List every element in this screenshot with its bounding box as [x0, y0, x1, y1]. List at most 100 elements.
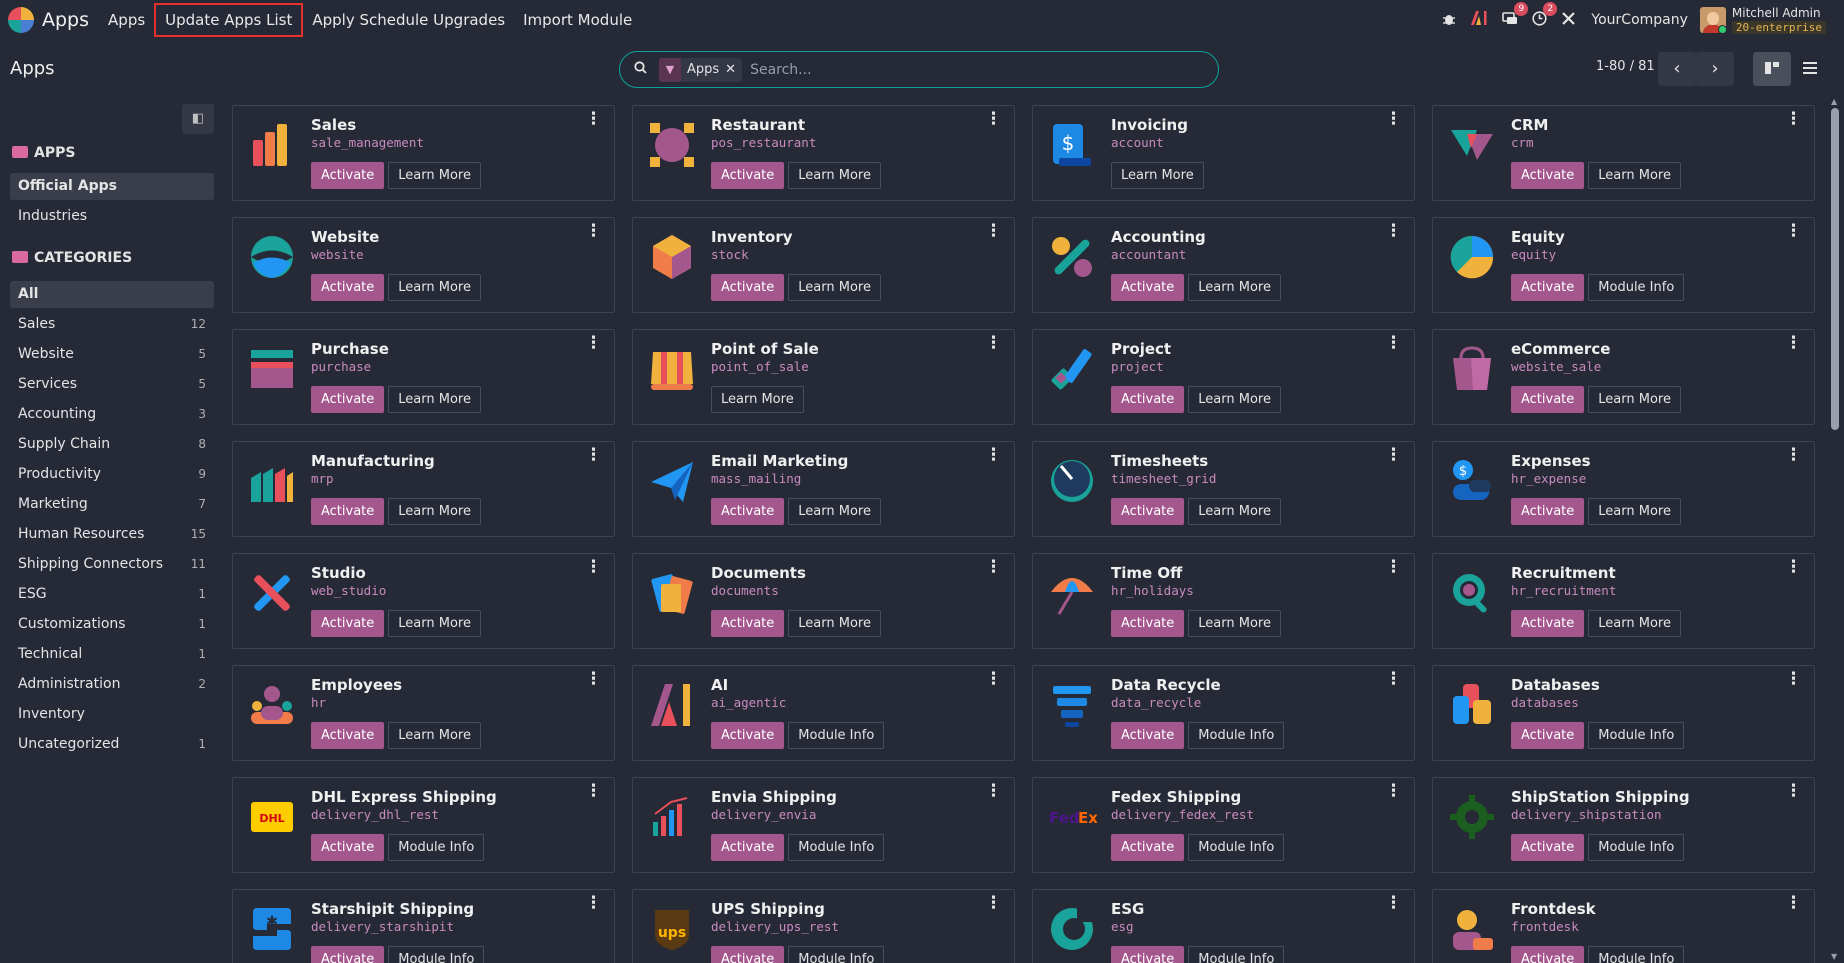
app-card[interactable]: Data Recycle data_recycle Activate Module I…: [1032, 665, 1415, 761]
app-card[interactable]: Restaurant pos_restaurant Activate Learn Mo…: [632, 105, 1015, 201]
user-menu[interactable]: Mitchell Admin 20-enterprise: [1731, 6, 1826, 34]
sidebar-category-item[interactable]: Customizations 1: [10, 611, 214, 638]
activate-button[interactable]: Activate: [711, 834, 785, 861]
kebab-menu-icon[interactable]: ⋮: [1785, 783, 1802, 800]
sidebar-category-item[interactable]: Administration 2: [10, 671, 214, 698]
ai-systray-icon[interactable]: [1470, 10, 1488, 30]
sidebar-category-item[interactable]: Human Resources 15: [10, 521, 214, 548]
menu-apply-schedule-upgrades[interactable]: Apply Schedule Upgrades: [303, 3, 514, 37]
app-card[interactable]: Databases databases Activate Module Info ⋮: [1432, 665, 1815, 761]
activate-button[interactable]: Activate: [1111, 610, 1185, 637]
sidebar-category-item[interactable]: Supply Chain 8: [10, 431, 214, 458]
activate-button[interactable]: Activate: [1511, 498, 1585, 525]
kebab-menu-icon[interactable]: ⋮: [1385, 671, 1402, 688]
sidebar-category-item[interactable]: Shipping Connectors 11: [10, 551, 214, 578]
app-card[interactable]: Fed Ex Fedex Shipping delivery_fedex_rest Ac…: [1032, 777, 1415, 873]
learn-more-button[interactable]: Learn More: [1188, 274, 1281, 301]
menu-apps[interactable]: Apps: [99, 3, 154, 37]
module-info-button[interactable]: Module Info: [1188, 946, 1285, 963]
learn-more-button[interactable]: Learn More: [1588, 498, 1681, 525]
activate-button[interactable]: Activate: [1511, 834, 1585, 861]
kebab-menu-icon[interactable]: ⋮: [1385, 559, 1402, 576]
kebab-menu-icon[interactable]: ⋮: [585, 783, 602, 800]
module-info-button[interactable]: Module Info: [788, 722, 885, 749]
learn-more-button[interactable]: Learn More: [1188, 386, 1281, 413]
app-card[interactable]: Frontdesk frontdesk Activate Module Info ⋮: [1432, 889, 1815, 963]
app-card[interactable]: ups UPS Shipping delivery_ups_rest Activate…: [632, 889, 1015, 963]
activate-button[interactable]: Activate: [1111, 498, 1185, 525]
kanban-view-button[interactable]: [1753, 52, 1791, 86]
sidebar-apps-item[interactable]: Official Apps: [10, 173, 214, 200]
app-card[interactable]: Website website Activate Learn More ⋮: [232, 217, 615, 313]
kebab-menu-icon[interactable]: ⋮: [1785, 223, 1802, 240]
learn-more-button[interactable]: Learn More: [1188, 610, 1281, 637]
search-input[interactable]: [750, 61, 1131, 78]
kebab-menu-icon[interactable]: ⋮: [585, 671, 602, 688]
activate-button[interactable]: Activate: [311, 386, 385, 413]
module-info-button[interactable]: Module Info: [388, 946, 485, 963]
app-name[interactable]: Apps: [42, 9, 89, 31]
kebab-menu-icon[interactable]: ⋮: [1785, 559, 1802, 576]
app-card[interactable]: $ Expenses hr_expense Activate Learn More ⋮: [1432, 441, 1815, 537]
app-card[interactable]: AI ai_agentic Activate Module Info ⋮: [632, 665, 1015, 761]
module-info-button[interactable]: Module Info: [1188, 834, 1285, 861]
activate-button[interactable]: Activate: [1511, 162, 1585, 189]
activate-button[interactable]: Activate: [1111, 946, 1185, 963]
kebab-menu-icon[interactable]: ⋮: [585, 447, 602, 464]
activate-button[interactable]: Activate: [1111, 722, 1185, 749]
activate-button[interactable]: Activate: [1511, 386, 1585, 413]
kebab-menu-icon[interactable]: ⋮: [985, 223, 1002, 240]
scrollbar[interactable]: [1831, 108, 1839, 430]
learn-more-button[interactable]: Learn More: [1111, 162, 1204, 189]
sidebar-category-item[interactable]: Productivity 9: [10, 461, 214, 488]
activate-button[interactable]: Activate: [311, 498, 385, 525]
kebab-menu-icon[interactable]: ⋮: [585, 335, 602, 352]
learn-more-button[interactable]: Learn More: [1588, 386, 1681, 413]
facet-remove-icon[interactable]: ✕: [725, 62, 742, 77]
app-card[interactable]: Time Off hr_holidays Activate Learn More ⋮: [1032, 553, 1415, 649]
activate-button[interactable]: Activate: [311, 946, 385, 963]
scroll-down-icon[interactable]: ▼: [1831, 952, 1837, 961]
kebab-menu-icon[interactable]: ⋮: [1785, 111, 1802, 128]
app-card[interactable]: Envia Shipping delivery_envia Activate Modu…: [632, 777, 1015, 873]
kebab-menu-icon[interactable]: ⋮: [1785, 335, 1802, 352]
learn-more-button[interactable]: Learn More: [788, 162, 881, 189]
module-info-button[interactable]: Module Info: [1188, 722, 1285, 749]
activate-button[interactable]: Activate: [1111, 834, 1185, 861]
learn-more-button[interactable]: Learn More: [788, 274, 881, 301]
activate-button[interactable]: Activate: [1111, 274, 1185, 301]
activate-button[interactable]: Activate: [711, 610, 785, 637]
activate-button[interactable]: Activate: [1511, 722, 1585, 749]
search-icon[interactable]: [634, 61, 647, 78]
app-card[interactable]: ESG esg Activate Module Info ⋮: [1032, 889, 1415, 963]
kebab-menu-icon[interactable]: ⋮: [1785, 895, 1802, 912]
sidebar-category-item[interactable]: Marketing 7: [10, 491, 214, 518]
apps-logo-icon[interactable]: [8, 7, 34, 33]
learn-more-button[interactable]: Learn More: [788, 498, 881, 525]
activate-button[interactable]: Activate: [311, 722, 385, 749]
activate-button[interactable]: Activate: [311, 610, 385, 637]
app-card[interactable]: Sales sale_management Activate Learn More ⋮: [232, 105, 615, 201]
app-card[interactable]: $ Invoicing account Learn More ⋮: [1032, 105, 1415, 201]
app-card[interactable]: Accounting accountant Activate Learn More ⋮: [1032, 217, 1415, 313]
sidebar-category-item[interactable]: Sales 12: [10, 311, 214, 338]
activate-button[interactable]: Activate: [1511, 610, 1585, 637]
module-info-button[interactable]: Module Info: [1588, 274, 1685, 301]
kebab-menu-icon[interactable]: ⋮: [585, 223, 602, 240]
activate-button[interactable]: Activate: [711, 162, 785, 189]
menu-import-module[interactable]: Import Module: [514, 3, 641, 37]
sidebar-category-item[interactable]: Accounting 3: [10, 401, 214, 428]
kebab-menu-icon[interactable]: ⋮: [585, 895, 602, 912]
pager-previous-button[interactable]: ‹: [1658, 52, 1696, 86]
module-info-button[interactable]: Module Info: [788, 834, 885, 861]
sidebar-category-item[interactable]: Technical 1: [10, 641, 214, 668]
learn-more-button[interactable]: Learn More: [388, 498, 481, 525]
debug-bug-icon[interactable]: [1442, 11, 1456, 30]
kebab-menu-icon[interactable]: ⋮: [985, 895, 1002, 912]
kebab-menu-icon[interactable]: ⋮: [985, 447, 1002, 464]
kebab-menu-icon[interactable]: ⋮: [985, 111, 1002, 128]
sidebar-category-item[interactable]: Inventory: [10, 701, 214, 728]
module-info-button[interactable]: Module Info: [1588, 946, 1685, 963]
learn-more-button[interactable]: Learn More: [711, 386, 804, 413]
activate-button[interactable]: Activate: [311, 162, 385, 189]
